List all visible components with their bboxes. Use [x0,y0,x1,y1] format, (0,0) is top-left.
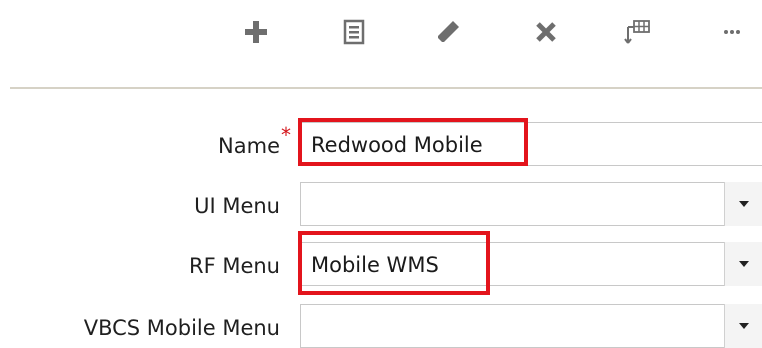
ui-menu-label: UI Menu [194,194,280,218]
edit-icon [438,21,459,42]
rf-menu-label: RF Menu [188,254,280,278]
rf-menu-select[interactable]: Mobile WMS [300,242,762,286]
grid-icon [624,20,650,44]
name-field-value: Redwood Mobile [311,133,483,157]
details-icon [343,19,365,45]
add-button[interactable] [234,10,278,54]
chevron-down-icon [738,261,749,267]
edit-button[interactable] [426,10,470,54]
rf-menu-value: Mobile WMS [311,253,439,277]
delete-icon [536,22,556,42]
rf-menu-dropdown-button[interactable] [724,242,762,286]
name-label: Name [218,134,280,158]
vbcs-mobile-menu-dropdown-button[interactable] [724,304,762,348]
vbcs-mobile-menu-select[interactable] [300,304,762,348]
chevron-down-icon [738,323,749,329]
chevron-down-icon [738,201,749,207]
delete-button[interactable] [524,10,568,54]
details-button[interactable] [332,10,376,54]
required-indicator: * [281,123,291,147]
name-field[interactable]: Redwood Mobile [300,122,762,166]
ui-menu-select[interactable] [300,182,762,226]
grid-button[interactable] [616,10,660,54]
more-icon [724,30,740,34]
add-icon [245,21,267,43]
toolbar-divider [10,87,762,89]
vbcs-mobile-menu-label: VBCS Mobile Menu [83,316,280,340]
more-button[interactable] [722,10,762,54]
ui-menu-dropdown-button[interactable] [724,182,762,226]
